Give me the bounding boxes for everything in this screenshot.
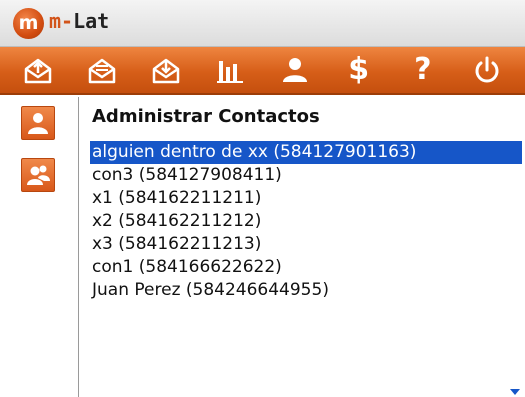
contact-item[interactable]: x2 (584162211212) (90, 210, 522, 233)
main-content: Administrar Contactos alguien dentro de … (90, 105, 522, 302)
mail-send-button[interactable] (20, 52, 56, 88)
title-bar: m m-Lat (0, 0, 525, 47)
mail-download-button[interactable] (148, 52, 184, 88)
help-icon: ? (414, 52, 432, 87)
group-contacts-button[interactable] (21, 158, 55, 192)
page-title: Administrar Contactos (92, 106, 320, 127)
balance-button[interactable]: $ (341, 52, 377, 88)
single-contact-icon (28, 113, 48, 134)
power-icon (475, 56, 499, 83)
contact-item[interactable]: alguien dentro de xx (584127901163) (90, 141, 522, 164)
contact-item[interactable]: Juan Perez (584246644955) (90, 279, 522, 302)
group-contacts-icon (27, 165, 50, 185)
contacts-button[interactable] (277, 52, 313, 88)
power-button[interactable] (469, 52, 505, 88)
person-icon (282, 58, 307, 82)
statistics-button[interactable] (212, 52, 248, 88)
contact-item[interactable]: con3 (584127908411) (90, 164, 522, 187)
mail-open-icon (88, 58, 116, 84)
m-lat-logo-icon: m (13, 8, 44, 39)
mail-open-button[interactable] (84, 52, 120, 88)
app-name: m-Lat (49, 9, 109, 33)
contact-item[interactable]: x3 (584162211213) (90, 233, 522, 256)
main-toolbar: $ ? (0, 47, 525, 95)
single-contact-button[interactable] (21, 106, 55, 140)
sidebar (0, 97, 79, 397)
scroll-down-icon[interactable] (510, 389, 520, 395)
contact-item[interactable]: x1 (584162211211) (90, 187, 522, 210)
mail-send-icon (24, 58, 52, 84)
app-name-rest: Lat (73, 9, 110, 33)
mail-download-icon (153, 58, 180, 84)
contact-list: alguien dentro de xx (584127901163) con3… (90, 141, 522, 302)
bar-chart-icon (217, 61, 244, 83)
contact-item[interactable]: con1 (584166622622) (90, 256, 522, 279)
dollar-icon: $ (348, 52, 370, 87)
app-name-prefix: m- (49, 9, 74, 33)
help-button[interactable]: ? (405, 52, 441, 88)
